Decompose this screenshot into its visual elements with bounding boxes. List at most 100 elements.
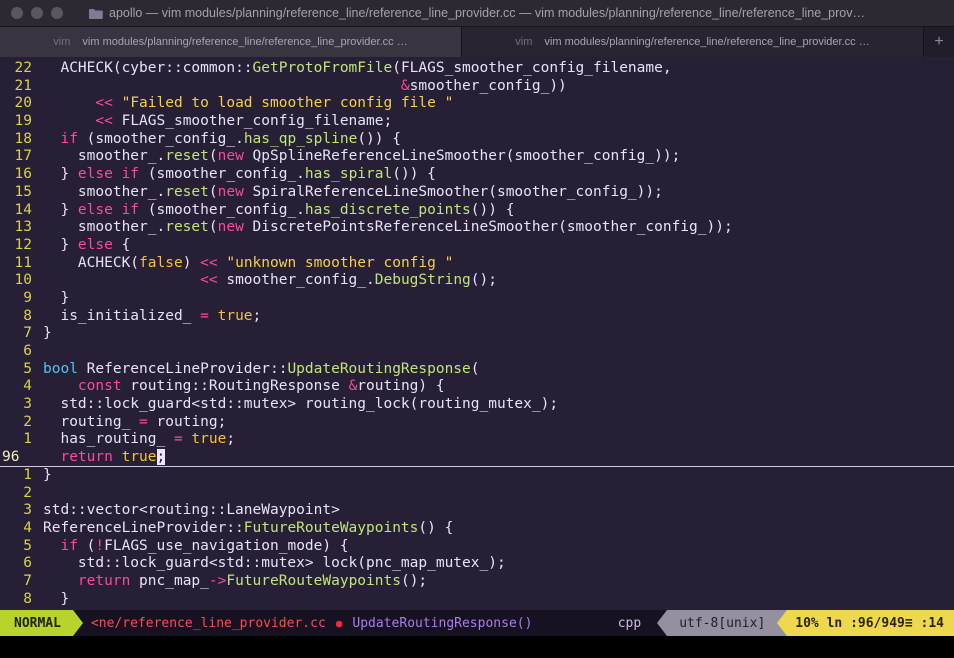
token: has_discrete_points [304,201,471,218]
line-number: 8 [23,590,32,607]
tab-process-label: vim [515,36,533,48]
code-line: 22 ACHECK(cyber::common::GetProtoFromFil… [0,60,954,78]
line-number: 18 [14,130,32,147]
token: reset [165,219,209,236]
token: false [139,254,183,271]
code-text: << "Failed to load smoother config file … [36,95,453,113]
line-number: 3 [23,502,32,519]
token: FutureRouteWaypoints [226,572,401,589]
token: = [139,413,148,430]
line-number: 12 [14,236,32,253]
token: new [217,219,244,236]
tab-title: vim modules/planning/reference_line/refe… [82,36,408,48]
code-area[interactable]: 22 ACHECK(cyber::common::GetProtoFromFil… [0,57,954,610]
token: pnc_map_ [130,572,209,589]
file-path: <ne/reference_line_provider.cc [90,615,326,631]
code-line: 4 const routing::RoutingResponse &routin… [0,378,954,396]
code-text: &smoother_config_)) [36,78,567,96]
close-button[interactable] [11,7,23,19]
token: reset [165,183,209,200]
token: = [200,307,209,324]
code-text: return pnc_map_->FutureRouteWaypoints(); [36,573,427,591]
code-text: << smoother_config_.DebugString(); [36,272,497,290]
code-text: std::lock_guard<std::mutex> routing_lock… [36,396,558,414]
code-line: 5 bool ReferenceLineProvider::UpdateRouti… [0,361,954,379]
line-number: 9 [23,289,32,306]
token: ; [226,431,236,448]
code-line-current: 96 return true; [0,449,954,467]
tab-vim-2[interactable]: vim vim modules/planning/reference_line/… [462,27,924,57]
token: is_initialized_ [43,307,201,324]
token: bool [43,360,78,377]
code-line: 2 routing_ = routing; [0,414,954,432]
line-number: 13 [14,219,32,236]
code-line: 1 has_routing_ = true; [0,431,954,449]
token: ! [95,537,105,554]
token: << [95,113,113,130]
powerline-arrow-icon [72,610,83,636]
line-number: 4 [23,378,32,395]
token: ReferenceLineProvider:: [43,519,244,536]
token: ReferenceLineProvider:: [77,360,288,377]
token: ACHECK( [43,254,140,271]
token: } [43,289,70,306]
new-tab-button[interactable]: + [924,27,954,57]
token: smoother_. [43,183,166,200]
code-line: 16 } else if (smoother_config_.has_spira… [0,166,954,184]
zoom-button[interactable] [51,7,63,19]
token: true [121,449,157,466]
code-text: ACHECK(cyber::common::GetProtoFromFile(F… [36,60,671,78]
token: & [400,77,410,94]
token: FLAGS_use_navigation_mode) { [104,537,349,554]
filetype-label: cpp [617,615,642,631]
token: else [77,236,113,253]
cursor-position: 10% ln :96/949≡ :14 [787,610,954,636]
code-text: const routing::RoutingResponse &routing)… [36,378,445,396]
token: new [217,148,244,165]
token: return [77,572,131,589]
token: (smoother_config_. [139,201,305,218]
code-line: 18 if (smoother_config_.has_qp_spline())… [0,131,954,149]
code-line: 7 return pnc_map_->FutureRouteWaypoints(… [0,573,954,591]
token: ()) { [392,166,436,183]
code-line: 3 std::lock_guard<std::mutex> routing_lo… [0,396,954,414]
proxy-folder-icon [89,8,103,19]
encoding-label: utf-8[unix] [679,615,766,631]
token: std::vector<routing::LaneWaypoint> [43,502,340,519]
code-text: } [36,325,52,343]
line-number: 6 [23,555,32,572]
code-line: 15 smoother_.reset(new SpiralReferenceLi… [0,184,954,202]
code-line: 7} [0,325,954,343]
token: & [348,378,358,395]
token: ( [208,219,218,236]
line-number: 10 [14,272,32,289]
line-number: 96 [2,449,20,466]
code-text: } else if (smoother_config_.has_discrete… [36,202,514,220]
token: } [43,466,52,483]
tab-bar: vim vim modules/planning/reference_line/… [0,27,954,57]
code-line: 12 } else { [0,237,954,255]
token: QpSplineReferenceLineSmoother(smoother_c… [243,148,681,165]
tab-vim-1[interactable]: vim vim modules/planning/reference_line/… [0,27,462,57]
powerline-arrow-icon [777,610,788,636]
token: } [43,590,70,607]
code-text: if (smoother_config_.has_qp_spline()) { [36,131,401,149]
code-line: 8 } [0,591,954,609]
code-line: 5 if (!FLAGS_use_navigation_mode) { [0,538,954,556]
token: << [200,254,218,271]
token: ()) { [470,201,515,218]
token: () { [418,519,454,536]
token: (smoother_config_. [139,166,305,183]
code-text: << FLAGS_smoother_config_filename; [36,113,392,131]
code-text: } [36,591,69,609]
token: if [60,537,78,554]
code-text: return true; [36,449,166,466]
minimize-button[interactable] [31,7,43,19]
